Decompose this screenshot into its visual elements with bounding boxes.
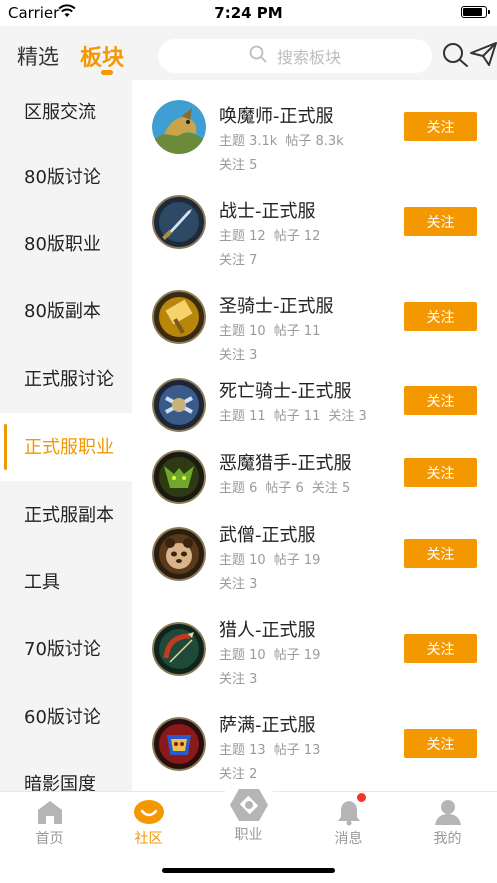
board-follow-count: 关注 3	[219, 672, 258, 687]
search-placeholder: 搜索板块	[276, 48, 341, 67]
sidebar-item-label: 正式服职业	[24, 436, 114, 458]
sidebar-item-label: 正式服副本	[24, 504, 114, 526]
follow-button[interactable]: 关注	[404, 539, 477, 568]
sidebar-item-80-discussion[interactable]: 80版讨论	[0, 144, 132, 211]
sidebar-item-label: 70版讨论	[24, 639, 101, 660]
sidebar-item-80-class[interactable]: 80版职业	[0, 211, 132, 278]
sidebar-item-live-discussion[interactable]: 正式服讨论	[0, 345, 132, 413]
tab-label: 我的	[433, 831, 462, 847]
bell-icon	[335, 798, 363, 826]
tab-class[interactable]: 职业	[199, 782, 298, 843]
battery-icon	[461, 6, 490, 18]
board-title: 死亡骑士-正式服	[219, 381, 352, 402]
board-row[interactable]: 武僧-正式服 主题 10 帖子 19 关注 3 关注	[132, 517, 497, 607]
sidebar-item-shadowlands[interactable]: 暗影国度	[0, 751, 132, 791]
board-title: 猎人-正式服	[219, 620, 316, 641]
follow-button[interactable]: 关注	[404, 207, 477, 236]
board-stats: 主题 10 帖子 19	[219, 553, 321, 568]
board-stats: 主题 11 帖子 11 关注 3	[219, 409, 367, 424]
board-stats: 主题 10 帖子 11	[219, 324, 321, 339]
monk-panda-icon	[152, 527, 206, 581]
tab-community[interactable]: 社区	[99, 792, 198, 852]
sidebar-item-label: 80版职业	[24, 234, 101, 255]
board-title: 圣骑士-正式服	[219, 296, 334, 317]
follow-button[interactable]: 关注	[404, 386, 477, 415]
board-title: 萨满-正式服	[219, 715, 316, 736]
message-badge-dot	[357, 793, 366, 802]
board-follow-count: 关注 7	[219, 253, 258, 268]
demon-hunter-icon	[152, 450, 206, 504]
community-icon	[133, 798, 165, 826]
class-hexagon-icon	[229, 788, 269, 822]
profile-icon	[433, 798, 463, 826]
home-indicator	[162, 868, 335, 873]
search-input[interactable]: 搜索板块	[158, 39, 432, 73]
sidebar-item-label: 80版副本	[24, 301, 101, 322]
follow-button[interactable]: 关注	[404, 729, 477, 758]
tab-messages[interactable]: 消息	[299, 792, 398, 852]
death-knight-icon	[152, 378, 206, 432]
evoker-dragon-icon	[152, 100, 206, 154]
search-icon	[249, 45, 267, 67]
board-row[interactable]: 死亡骑士-正式服 主题 11 帖子 11 关注 3 关注	[132, 373, 497, 445]
follow-button[interactable]: 关注	[404, 634, 477, 663]
sidebar-item-label: 暗影国度	[24, 774, 96, 791]
header: 精选 板块 搜索板块	[0, 26, 497, 80]
tab-home[interactable]: 首页	[0, 792, 99, 852]
follow-button[interactable]: 关注	[404, 112, 477, 141]
board-row[interactable]: 唤魔师-正式服 主题 3.1k 帖子 8.3k 关注 5 关注	[132, 90, 497, 180]
sidebar-item-server[interactable]: 区服交流	[0, 80, 132, 144]
board-row[interactable]: 萨满-正式服 主题 13 帖子 13 关注 2 关注	[132, 707, 497, 791]
board-title: 唤魔师-正式服	[219, 106, 334, 127]
tab-label: 消息	[334, 831, 363, 847]
tab-label: 社区	[134, 831, 163, 847]
board-title: 战士-正式服	[219, 201, 316, 222]
tab-label: 职业	[234, 827, 263, 843]
home-icon	[35, 798, 65, 826]
hunter-bow-icon	[152, 622, 206, 676]
board-stats: 主题 13 帖子 13	[219, 743, 321, 758]
sidebar-item-80-dungeon[interactable]: 80版副本	[0, 278, 132, 345]
sidebar-item-60-discussion[interactable]: 60版讨论	[0, 683, 132, 751]
sidebar-item-live-dungeon[interactable]: 正式服副本	[0, 481, 132, 549]
follow-button[interactable]: 关注	[404, 302, 477, 331]
board-row[interactable]: 圣骑士-正式服 主题 10 帖子 11 关注 3 关注	[132, 280, 497, 370]
tab-featured[interactable]: 精选	[17, 41, 59, 71]
sidebar-item-label: 工具	[24, 572, 60, 593]
board-row[interactable]: 猎人-正式服 主题 10 帖子 19 关注 3 关注	[132, 612, 497, 702]
board-follow-count: 关注 5	[219, 158, 258, 173]
active-tab-indicator	[101, 70, 113, 75]
status-time: 7:24 PM	[214, 4, 283, 22]
sidebar-item-label: 80版讨论	[24, 167, 101, 188]
shaman-totem-icon	[152, 717, 206, 771]
board-row[interactable]: 战士-正式服 主题 12 帖子 12 关注 7 关注	[132, 185, 497, 275]
board-follow-count: 关注 3	[219, 348, 258, 363]
board-list: 唤魔师-正式服 主题 3.1k 帖子 8.3k 关注 5 关注 战士-正式服 主题…	[132, 80, 497, 791]
board-follow-count: 关注 3	[219, 577, 258, 592]
board-row[interactable]: 恶魔猎手-正式服 主题 6 帖子 6 关注 5 关注	[132, 445, 497, 517]
sidebar-item-live-class[interactable]: 正式服职业	[0, 413, 132, 481]
status-bar: Carrier 7:24 PM	[0, 0, 497, 26]
sidebar-item-70-discussion[interactable]: 70版讨论	[0, 616, 132, 683]
follow-button[interactable]: 关注	[404, 458, 477, 487]
sidebar-item-label: 区服交流	[24, 101, 96, 123]
send-icon[interactable]	[470, 42, 497, 70]
sidebar-item-label: 60版讨论	[24, 706, 101, 728]
tab-label: 首页	[35, 831, 64, 847]
tab-profile[interactable]: 我的	[398, 792, 497, 852]
board-stats: 主题 3.1k 帖子 8.3k	[219, 134, 344, 149]
header-search-icon[interactable]	[442, 42, 470, 72]
board-stats: 主题 12 帖子 12	[219, 229, 321, 244]
warrior-sword-icon	[152, 195, 206, 249]
board-title: 恶魔猎手-正式服	[219, 453, 352, 474]
tab-boards[interactable]: 板块	[80, 40, 124, 72]
paladin-hammer-icon	[152, 290, 206, 344]
category-sidebar: 区服交流 80版讨论 80版职业 80版副本 正式服讨论 正式服职业 正式服副本…	[0, 80, 132, 791]
sidebar-item-label: 正式服讨论	[24, 368, 114, 390]
board-stats: 主题 10 帖子 19	[219, 648, 321, 663]
sidebar-item-tools[interactable]: 工具	[0, 549, 132, 616]
board-stats: 主题 6 帖子 6 关注 5	[219, 481, 351, 496]
board-title: 武僧-正式服	[219, 525, 316, 546]
